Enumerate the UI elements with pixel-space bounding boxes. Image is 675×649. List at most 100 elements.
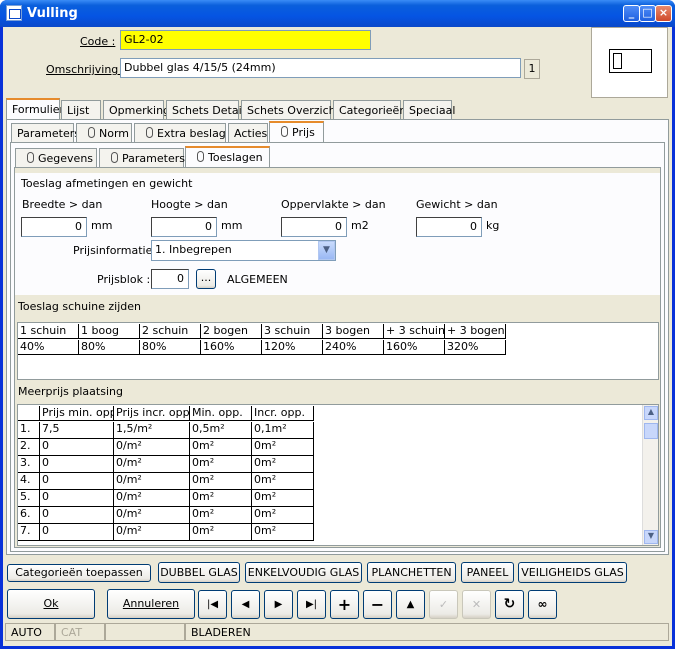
tab-prijs-parameters[interactable]: Parameters (99, 148, 185, 168)
meerprijs-cell[interactable]: 0m² (252, 473, 314, 490)
tab-schets-detail[interactable]: Schets Detail (166, 100, 245, 120)
meerprijs-cell[interactable]: 0 (40, 524, 114, 541)
tab-acties[interactable]: Acties (228, 123, 268, 143)
delete-record-icon[interactable]: − (363, 590, 392, 619)
oppervlakte-input[interactable]: 0 (281, 217, 347, 237)
paneel-button[interactable]: PANEEL (461, 562, 514, 583)
meerprijs-row-number: 6. (18, 507, 40, 524)
meerprijs-cell[interactable]: 0 (40, 439, 114, 456)
schuine-value-cell[interactable]: 160% (384, 340, 445, 355)
code-field[interactable]: GL2-02 (120, 30, 371, 50)
meerprijs-cell[interactable]: 0m² (190, 507, 252, 524)
schuine-value-cell[interactable]: 80% (140, 340, 201, 355)
meerprijs-cell[interactable]: 0m² (252, 524, 314, 541)
next-record-icon[interactable]: ▶ (264, 590, 293, 619)
search-binoculars-icon[interactable]: ∞ (528, 590, 557, 619)
meerprijs-cell[interactable]: 0m² (190, 439, 252, 456)
tab-toeslagen[interactable]: Toeslagen (185, 146, 270, 167)
scroll-up-icon[interactable]: ▲ (644, 406, 658, 420)
prijsblok-browse-button[interactable]: ... (196, 269, 216, 289)
planchetten-button[interactable]: PLANCHETTEN (367, 562, 456, 583)
ok-button[interactable]: Ok (7, 589, 95, 619)
meerprijs-cell[interactable]: 1,5/m² (114, 422, 190, 439)
preview-box (591, 27, 668, 98)
schuine-value-cell[interactable]: 120% (262, 340, 323, 355)
meerprijs-cell[interactable]: 0m² (252, 507, 314, 524)
tab-categorieen[interactable]: Categorieën (333, 100, 406, 120)
scroll-thumb[interactable] (644, 423, 658, 439)
gewicht-input[interactable]: 0 (416, 217, 482, 237)
tab-opmerking[interactable]: Opmerking (103, 100, 170, 120)
window-title: Vulling (27, 6, 78, 21)
tab-gegevens[interactable]: Gegevens (15, 148, 97, 168)
prijsblok-label: Prijsblok : (97, 273, 151, 286)
vertical-scrollbar[interactable]: ▲ ▼ (642, 405, 658, 545)
meerprijs-cell[interactable]: 0 (40, 456, 114, 473)
add-record-icon[interactable]: + (330, 590, 359, 619)
refresh-icon[interactable]: ↻ (495, 590, 524, 619)
veiligheids-glas-button[interactable]: VEILIGHEIDS GLAS (518, 562, 627, 583)
annuleren-button[interactable]: Annuleren (107, 589, 195, 619)
breedte-input[interactable]: 0 (21, 217, 87, 237)
meerprijs-cell[interactable]: 0/m² (114, 456, 190, 473)
schuine-value-cell[interactable]: 320% (445, 340, 506, 355)
meerprijs-cell[interactable]: 0m² (190, 524, 252, 541)
maximize-button[interactable]: □ (639, 5, 656, 22)
meerprijs-cell[interactable]: 0m² (190, 473, 252, 490)
omschrijving-label: Omschrijving : (46, 63, 126, 76)
meerprijs-cell[interactable]: 0m² (190, 490, 252, 507)
meerprijs-cell[interactable]: 0,1m² (252, 422, 314, 439)
prijsblok-input[interactable]: 0 (151, 269, 189, 289)
tab-schets-overzicht[interactable]: Schets Overzicht (241, 100, 340, 120)
meerprijs-cell[interactable]: 0,5m² (190, 422, 252, 439)
edit-record-icon[interactable]: ▲ (396, 590, 425, 619)
meerprijs-cell[interactable]: 0m² (252, 456, 314, 473)
prijsinformatie-select[interactable]: 1. Inbegrepen ▼ (151, 240, 336, 261)
tab-speciaal[interactable]: Speciaal (403, 100, 455, 120)
schuine-value-cell[interactable]: 160% (201, 340, 262, 355)
schuine-header-cell: + 3 bogen (445, 324, 506, 339)
hoogte-input[interactable]: 0 (151, 217, 217, 237)
schuine-header-cell: 1 boog (79, 324, 140, 339)
schuine-value-cell[interactable]: 40% (18, 340, 79, 355)
meerprijs-cell[interactable]: 0/m² (114, 524, 190, 541)
tab-lijst[interactable]: Lijst (61, 100, 101, 120)
meerprijs-cell[interactable]: 0/m² (114, 490, 190, 507)
app-icon (6, 5, 22, 21)
tab-parameters[interactable]: Parameters (11, 123, 80, 143)
tab-formulier[interactable]: Formulier (6, 98, 64, 119)
meerprijs-cell[interactable]: 0m² (190, 456, 252, 473)
meerprijs-cell[interactable]: 0/m² (114, 473, 190, 490)
last-record-icon[interactable]: ▶| (297, 590, 326, 619)
title-bar[interactable]: Vulling _ □ × (0, 0, 675, 27)
hoogte-unit: mm (221, 219, 243, 232)
tab-extra-beslag[interactable]: Extra beslag (134, 123, 226, 143)
omschrijving-field[interactable]: Dubbel glas 4/15/5 (24mm) (120, 58, 521, 78)
meerprijs-row-number: 4. (18, 473, 40, 490)
meerprijs-cell[interactable]: 0 (40, 473, 114, 490)
tab-prijs[interactable]: Prijs (269, 121, 324, 142)
enkelvoudig-glas-button[interactable]: ENKELVOUDIG GLAS (245, 562, 362, 583)
dubbel-glas-button[interactable]: DUBBEL GLAS (158, 562, 240, 583)
categorieen-toepassen-button[interactable]: Categorieën toepassen (7, 564, 151, 582)
cancel-edit-icon[interactable]: ✕ (462, 590, 491, 619)
tab-norm[interactable]: Norm (76, 123, 132, 143)
schuine-value-cell[interactable]: 80% (79, 340, 140, 355)
confirm-edit-icon[interactable]: ✓ (429, 590, 458, 619)
meerprijs-cell[interactable]: 7,5 (40, 422, 114, 439)
paperclip-icon (146, 127, 153, 138)
schuine-value-cell[interactable]: 240% (323, 340, 384, 355)
previous-record-icon[interactable]: ◀ (231, 590, 260, 619)
meerprijs-cell[interactable]: 0 (40, 507, 114, 524)
chevron-down-icon[interactable]: ▼ (318, 241, 335, 260)
meerprijs-cell[interactable]: 0m² (252, 490, 314, 507)
first-record-icon[interactable]: |◀ (198, 590, 227, 619)
meerprijs-cell[interactable]: 0m² (252, 439, 314, 456)
status-mode: AUTO (5, 623, 55, 641)
minimize-button[interactable]: _ (623, 5, 640, 22)
meerprijs-cell[interactable]: 0 (40, 490, 114, 507)
close-button[interactable]: × (655, 5, 672, 22)
scroll-down-icon[interactable]: ▼ (644, 530, 658, 544)
meerprijs-cell[interactable]: 0/m² (114, 507, 190, 524)
meerprijs-cell[interactable]: 0/m² (114, 439, 190, 456)
